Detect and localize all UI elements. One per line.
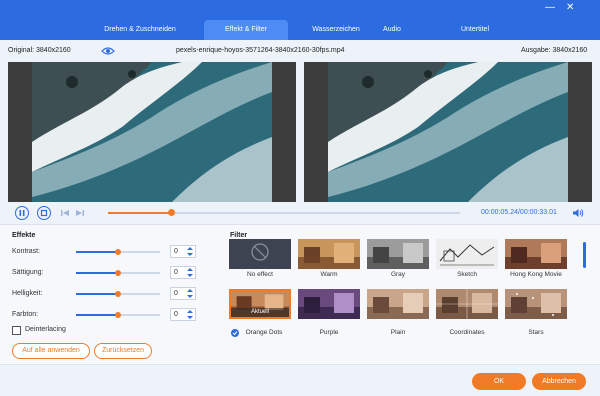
preview-area	[0, 62, 600, 202]
preview-divider	[296, 62, 304, 202]
original-resolution: Original: 3840x2160	[8, 47, 71, 54]
filter-label-sketch: Sketch	[457, 271, 477, 278]
brightness-slider-handle[interactable]	[115, 291, 121, 297]
contrast-slider[interactable]	[76, 249, 160, 255]
coordinates-thumbnail	[436, 289, 498, 319]
effects-panel: Effekte Kontrast: 0 Sättigung: 0 Helligk…	[0, 224, 600, 364]
brightness-slider-fill	[76, 293, 118, 295]
filter-sketch[interactable]	[436, 239, 498, 269]
tab-rotate-crop[interactable]: Drehen & Zuschneiden	[80, 20, 200, 40]
timeline-progress	[108, 212, 172, 214]
stop-icon	[40, 209, 48, 217]
plain-thumbnail	[367, 289, 429, 319]
filter-label-gray: Gray	[390, 271, 406, 278]
cancel-button[interactable]: Abbrechen	[532, 373, 586, 390]
volume-icon[interactable]	[572, 208, 584, 218]
pause-icon	[19, 210, 25, 216]
output-video-frame	[328, 62, 568, 202]
original-preview	[8, 62, 296, 202]
saturation-slider-fill	[76, 272, 118, 274]
hue-label: Farbton:	[12, 311, 39, 318]
output-resolution: Ausgabe: 3840x2160	[521, 47, 588, 54]
deinterlacing-checkbox[interactable]	[12, 326, 21, 335]
hue-stepper-icon[interactable]	[185, 309, 195, 320]
no-effect-thumbnail	[229, 239, 291, 269]
filter-heading: Filter	[230, 232, 248, 239]
saturation-slider-handle[interactable]	[115, 270, 121, 276]
timeline-track[interactable]	[108, 209, 460, 216]
reset-button[interactable]: Zurücksetzen	[94, 343, 152, 359]
saturation-stepper-icon[interactable]	[185, 267, 195, 278]
filter-label-orange-dots: Orange Dots	[245, 329, 283, 336]
filter-coordinates[interactable]	[436, 289, 498, 319]
minimize-icon[interactable]: —	[545, 3, 555, 13]
filter-label-stars: Stars	[528, 329, 544, 336]
hong-kong-movie-thumbnail	[505, 239, 567, 269]
filter-label-hong-kong-movie: Hong Kong Movie	[510, 271, 562, 278]
filter-hong-kong-movie[interactable]	[505, 239, 567, 269]
close-icon[interactable]: ✕	[566, 3, 574, 13]
pause-button[interactable]	[15, 206, 29, 220]
filter-purple[interactable]	[298, 289, 360, 319]
playback-time: 00:00:05.24/00:00:33.01	[481, 209, 557, 216]
tab-effect-filter[interactable]: Effekt & Filter	[204, 20, 288, 40]
filter-no-effect[interactable]	[229, 239, 291, 269]
warm-thumbnail	[298, 239, 360, 269]
purple-thumbnail	[298, 289, 360, 319]
stars-thumbnail	[505, 289, 567, 319]
filter-label-coordinates: Coordinates	[449, 329, 485, 336]
stop-button[interactable]	[37, 206, 51, 220]
filter-scrollbar[interactable]	[583, 242, 586, 268]
contrast-slider-handle[interactable]	[115, 249, 121, 255]
filter-label-purple: Purple	[319, 329, 339, 336]
eye-icon[interactable]	[101, 46, 115, 56]
effects-heading: Effekte	[12, 232, 36, 239]
saturation-slider[interactable]	[76, 270, 160, 276]
filter-orange-dots[interactable]: Aktuell	[229, 289, 291, 319]
sketch-thumbnail	[436, 239, 498, 269]
saturation-label: Sättigung:	[12, 269, 44, 276]
filter-plain[interactable]	[367, 289, 429, 319]
filter-label-plain: Plain	[390, 329, 406, 336]
original-video-frame	[32, 62, 272, 202]
top-bar: — ✕ Drehen & Zuschneiden Effekt & Filter…	[0, 0, 600, 40]
tab-watermark[interactable]: Wasserzeichen	[292, 20, 380, 40]
previous-frame-icon[interactable]	[60, 208, 70, 218]
file-name: pexels-enrique-hoyos-3571264-3840x2160-3…	[176, 47, 345, 54]
brightness-label: Helligkeit:	[12, 290, 43, 297]
gray-thumbnail	[367, 239, 429, 269]
filter-label-no-effect: No effect	[247, 271, 273, 278]
contrast-label: Kontrast:	[12, 248, 41, 255]
output-preview	[304, 62, 592, 202]
playback-bar: 00:00:05.24/00:00:33.01	[0, 202, 600, 224]
tab-subtitle[interactable]: Untertitel	[448, 20, 502, 40]
footer: OK Abbrechen	[0, 364, 600, 396]
apply-to-all-button[interactable]: Auf alle anwenden	[12, 343, 90, 359]
hue-slider-handle[interactable]	[115, 312, 121, 318]
filter-label-warm: Warm	[320, 271, 338, 278]
brightness-stepper-icon[interactable]	[185, 288, 195, 299]
contrast-stepper-icon[interactable]	[185, 246, 195, 257]
filter-warm[interactable]	[298, 239, 360, 269]
contrast-slider-fill	[76, 251, 118, 253]
timeline-handle[interactable]	[168, 209, 176, 216]
filter-stars[interactable]	[505, 289, 567, 319]
hue-slider-fill	[76, 314, 118, 316]
ok-button[interactable]: OK	[472, 373, 526, 390]
deinterlacing-label: Deinterlacing	[25, 326, 66, 333]
brightness-slider[interactable]	[76, 291, 160, 297]
info-bar: Original: 3840x2160 pexels-enrique-hoyos…	[0, 40, 600, 62]
next-frame-icon[interactable]	[75, 208, 85, 218]
current-badge: Aktuell	[231, 308, 289, 317]
tab-audio[interactable]: Audio	[372, 20, 412, 40]
filter-gray[interactable]	[367, 239, 429, 269]
hue-slider[interactable]	[76, 312, 160, 318]
